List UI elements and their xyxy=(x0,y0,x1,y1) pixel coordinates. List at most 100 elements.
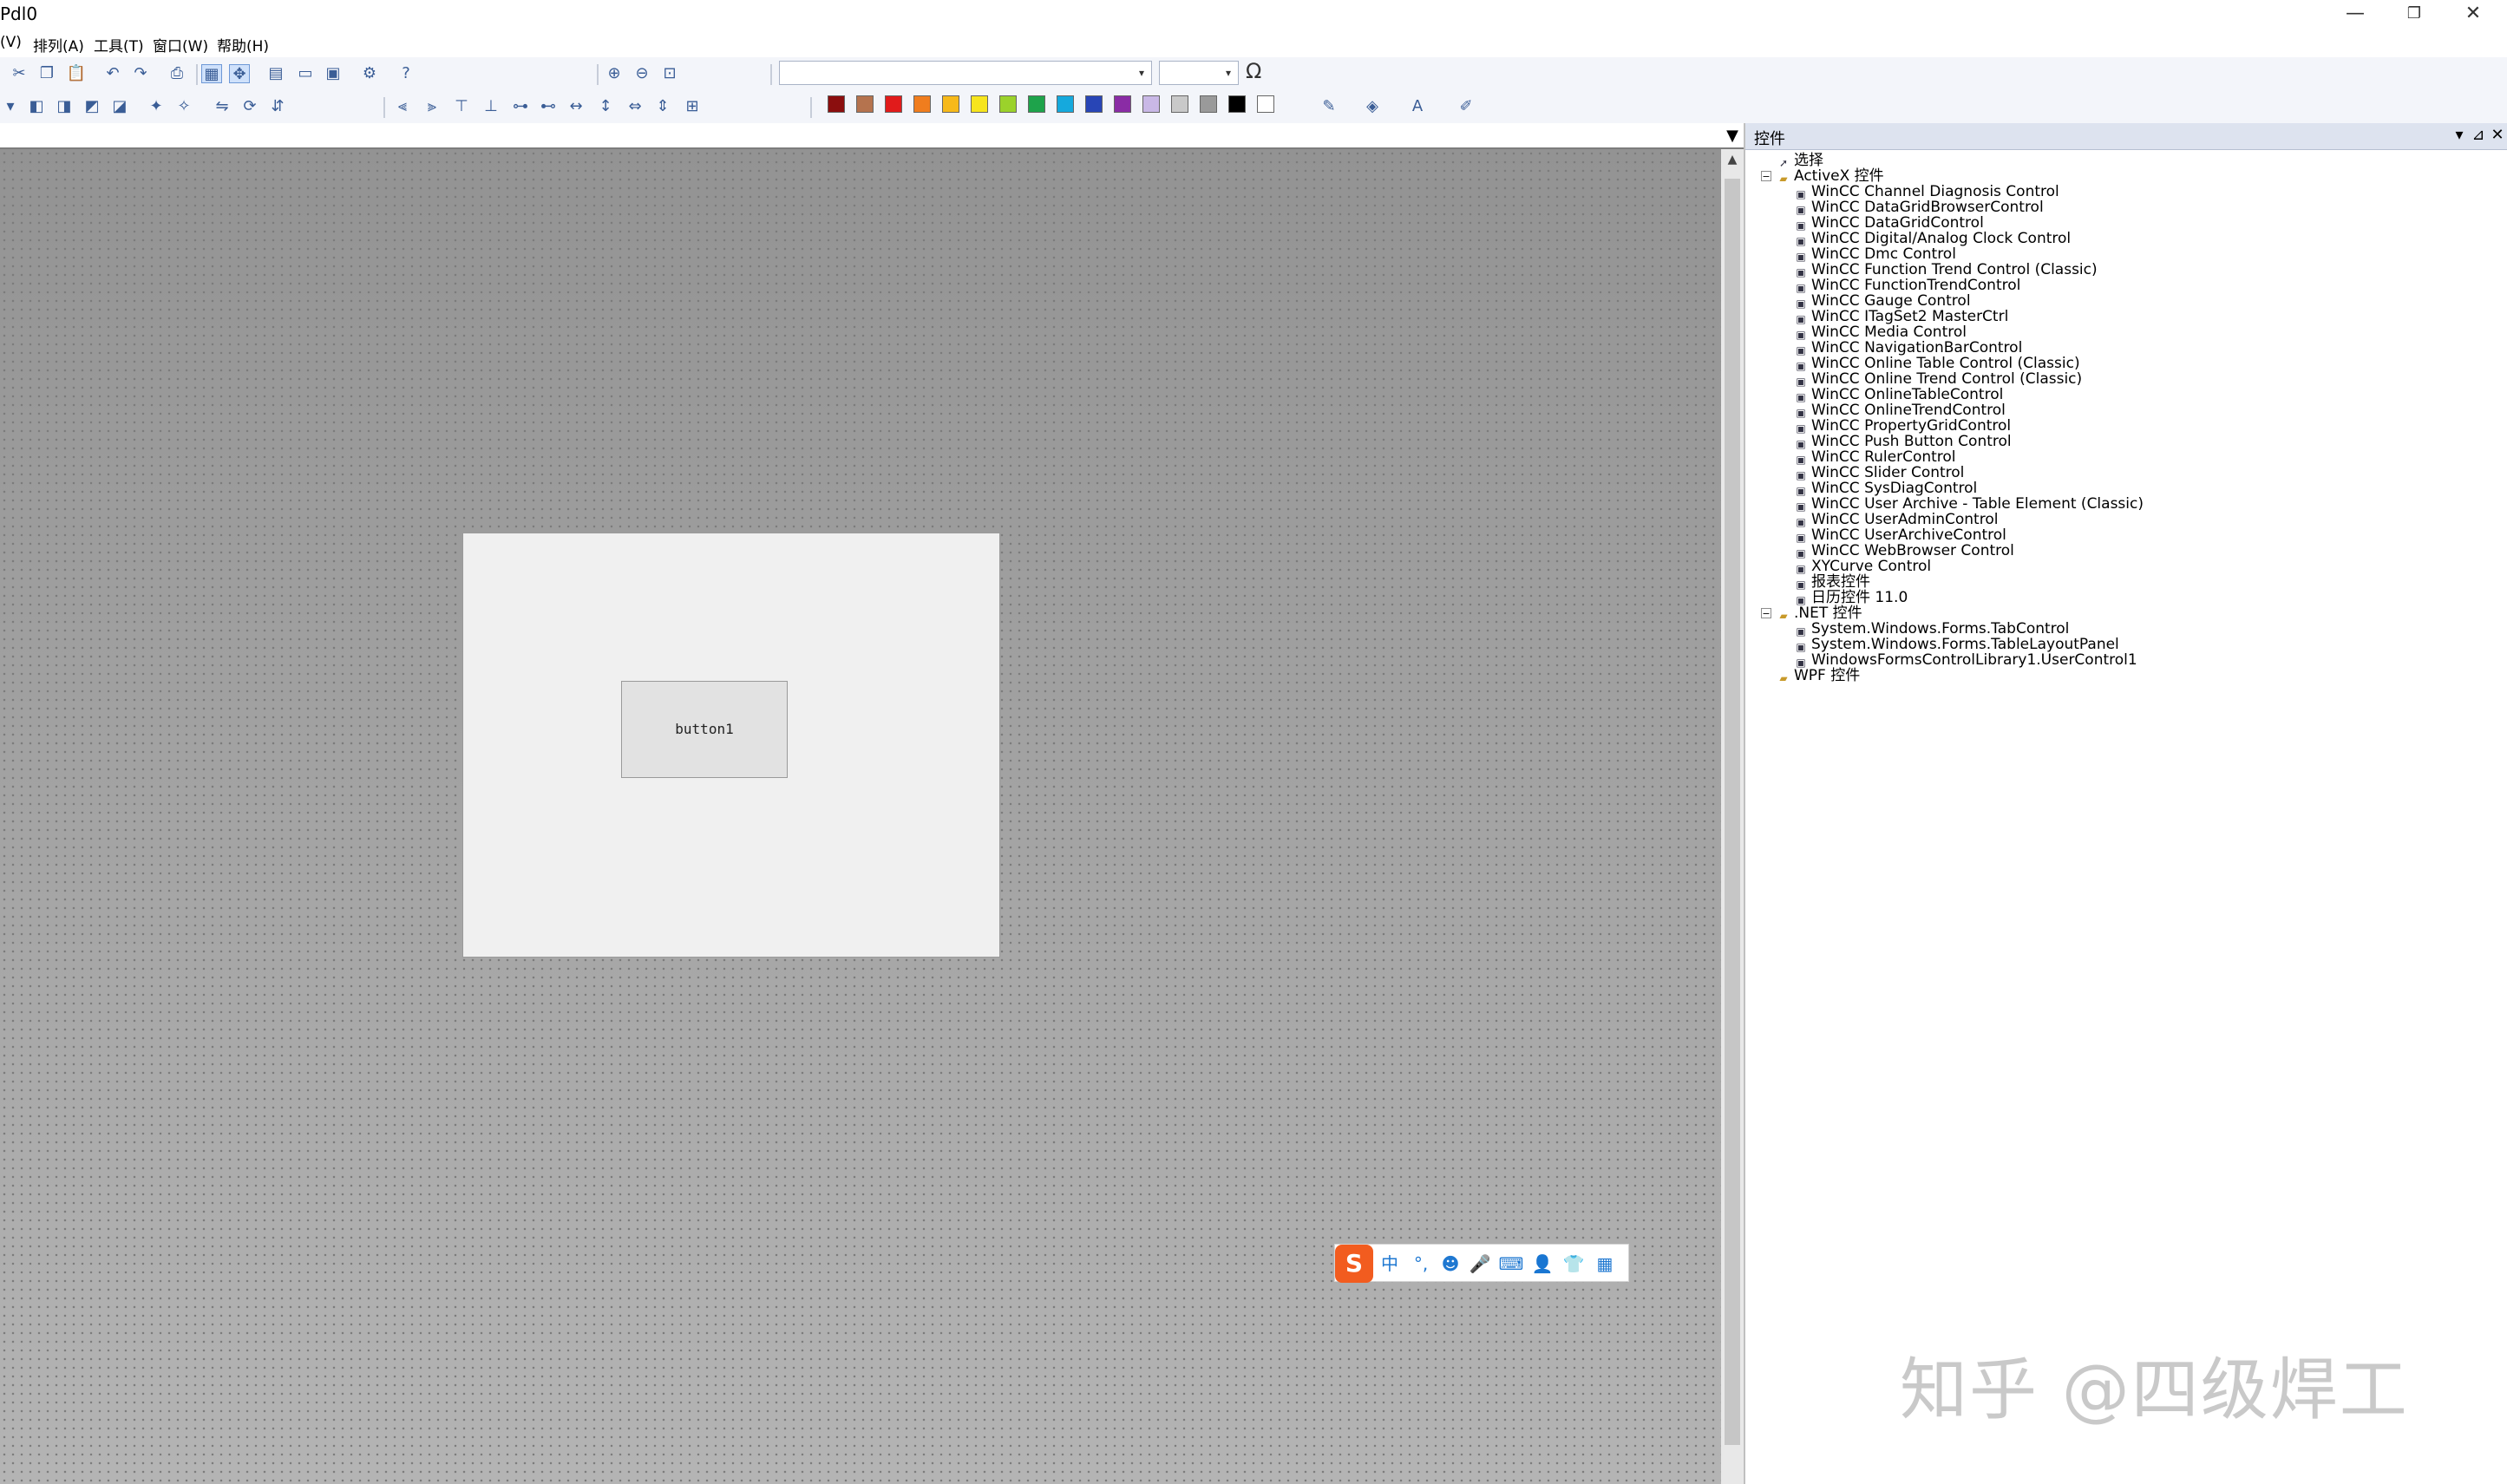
skin-shirt-icon[interactable]: 👕 xyxy=(1561,1252,1587,1276)
tree-item[interactable]: ▣ WinCC UserArchiveControl xyxy=(1794,527,2006,544)
tree-item[interactable]: ▣ 报表控件 xyxy=(1794,574,1870,591)
space-horizontal-icon[interactable]: ↔ xyxy=(566,97,586,116)
scrollbar-thumb[interactable] xyxy=(1725,179,1740,1445)
same-height-icon[interactable]: ⇕ xyxy=(652,97,673,116)
color-swatch[interactable] xyxy=(828,95,845,113)
tree-group[interactable]: ▰ WPF 控件 xyxy=(1777,668,1860,684)
chevron-down-icon[interactable]: ▾ xyxy=(0,97,21,116)
tree-item[interactable]: ▣ WinCC RulerControl xyxy=(1794,449,1955,466)
tree-item[interactable]: ▣ WinCC Dmc Control xyxy=(1794,246,1956,263)
layers-icon[interactable]: ▤ xyxy=(265,64,286,83)
tree-item[interactable]: ▣ 日历控件 11.0 xyxy=(1794,590,1908,606)
keyboard-icon[interactable]: ⌨ xyxy=(1498,1252,1524,1276)
tree-item[interactable]: ▣ WinCC OnlineTableControl xyxy=(1794,387,2003,403)
pin-icon[interactable]: ⊿ xyxy=(2469,126,2488,144)
copy-icon[interactable]: ❐ xyxy=(36,64,57,83)
magic-wand-alt-icon[interactable]: ✧ xyxy=(173,97,194,116)
emoji-icon[interactable]: ☻ xyxy=(1437,1252,1463,1276)
color-swatch[interactable] xyxy=(913,95,931,113)
snap-to-grid-icon[interactable]: ✥ xyxy=(229,64,250,83)
same-size-icon[interactable]: ⊞ xyxy=(682,97,703,116)
menu-arrange[interactable]: 排列(A) xyxy=(33,34,84,56)
flip-vertical-icon[interactable]: ⇵ xyxy=(267,97,288,116)
chevron-down-icon[interactable]: ▼ xyxy=(1726,127,1738,145)
color-swatch[interactable] xyxy=(856,95,874,113)
align-bottom-icon[interactable]: ⊥ xyxy=(481,97,501,116)
space-vertical-icon[interactable]: ↕ xyxy=(595,97,616,116)
same-width-icon[interactable]: ⇔ xyxy=(625,97,645,116)
line-color-icon[interactable]: ✎ xyxy=(1319,97,1339,116)
print-icon[interactable]: ⎙ xyxy=(167,64,187,83)
open-folder-icon[interactable]: ▭ xyxy=(295,64,316,83)
color-swatch[interactable] xyxy=(1085,95,1103,113)
library-icon[interactable]: ▣ xyxy=(323,64,344,83)
center-vertical-icon[interactable]: ⊷ xyxy=(538,97,559,116)
center-horizontal-icon[interactable]: ⊶ xyxy=(510,97,531,116)
tree-item[interactable]: ▣ WinCC ITagSet2 MasterCtrl xyxy=(1794,309,2008,325)
punctuation-icon[interactable]: °, xyxy=(1408,1252,1434,1276)
cut-icon[interactable]: ✂ xyxy=(9,64,29,83)
minimize-button[interactable]: — xyxy=(2325,0,2386,29)
tree-group[interactable]: ▰ ActiveX 控件 xyxy=(1777,168,1883,185)
tree-item[interactable]: ▣ WinCC DataGridBrowserControl xyxy=(1794,199,2043,216)
tree-item-select[interactable]: ➚ 选择 xyxy=(1777,153,1823,169)
context-help-icon[interactable]: ? xyxy=(396,64,416,83)
tree-item[interactable]: ▣ WinCC OnlineTrendControl xyxy=(1794,402,2006,419)
close-button[interactable]: ✕ xyxy=(2443,0,2504,29)
color-swatch[interactable] xyxy=(1228,95,1246,113)
send-backward-icon[interactable]: ◪ xyxy=(109,97,130,116)
tree-item[interactable]: ▣ XYCurve Control xyxy=(1794,559,1931,575)
color-swatch[interactable] xyxy=(1257,95,1274,113)
close-icon[interactable]: ✕ xyxy=(2488,126,2507,144)
tree-item[interactable]: ▣ WindowsFormsControlLibrary1.UserControl… xyxy=(1794,652,2137,669)
align-top-icon[interactable]: ⊤ xyxy=(451,97,472,116)
tree-item[interactable]: ▣ WinCC DataGridControl xyxy=(1794,215,1983,232)
align-right-icon[interactable]: ⫸ xyxy=(422,97,442,116)
tree-item[interactable]: ▣ WinCC FunctionTrendControl xyxy=(1794,278,2020,294)
tree-item[interactable]: ▣ WinCC Slider Control xyxy=(1794,465,1964,481)
font-name-select[interactable]: ▾ xyxy=(779,61,1152,85)
tree-item[interactable]: ▣ WinCC UserAdminControl xyxy=(1794,512,1998,528)
ime-mode-toggle[interactable]: 中 xyxy=(1377,1252,1403,1276)
tree-item[interactable]: ▣ WinCC Media Control xyxy=(1794,324,1967,341)
send-to-back-icon[interactable]: ◨ xyxy=(54,97,75,116)
color-swatch[interactable] xyxy=(1114,95,1131,113)
tree-item[interactable]: ▣ WinCC Gauge Control xyxy=(1794,293,1970,310)
font-color-icon[interactable]: A xyxy=(1407,97,1428,116)
tree-expander[interactable]: − xyxy=(1761,171,1771,181)
color-swatch[interactable] xyxy=(999,95,1017,113)
tree-item[interactable]: ▣ WinCC PropertyGridControl xyxy=(1794,418,2011,435)
color-swatch[interactable] xyxy=(942,95,959,113)
flip-horizontal-icon[interactable]: ⇋ xyxy=(212,97,232,116)
tree-item[interactable]: ▣ WinCC Online Table Control (Classic) xyxy=(1794,356,2079,372)
user-icon[interactable]: 👤 xyxy=(1529,1252,1555,1276)
zoom-in-icon[interactable]: ⊕ xyxy=(604,64,625,83)
color-swatch[interactable] xyxy=(1171,95,1188,113)
color-swatch[interactable] xyxy=(885,95,902,113)
tree-item[interactable]: ▣ WinCC WebBrowser Control xyxy=(1794,543,2014,559)
tree-item[interactable]: ▣ WinCC Digital/Analog Clock Control xyxy=(1794,231,2071,247)
magic-wand-icon[interactable]: ✦ xyxy=(146,97,167,116)
menu-tools[interactable]: 工具(T) xyxy=(94,34,144,56)
restore-button[interactable]: ❐ xyxy=(2384,0,2445,29)
picture-area[interactable]: button1 xyxy=(462,533,1000,958)
tree-item[interactable]: ▣ System.Windows.Forms.TableLayoutPanel xyxy=(1794,637,2118,653)
color-swatch[interactable] xyxy=(971,95,988,113)
tree-item[interactable]: ▣ WinCC Push Button Control xyxy=(1794,434,2011,450)
grid-icon[interactable]: ▦ xyxy=(201,64,222,83)
menu-view[interactable]: (V) xyxy=(0,34,22,51)
bring-forward-icon[interactable]: ◩ xyxy=(82,97,102,116)
color-swatch[interactable] xyxy=(1057,95,1074,113)
tree-group[interactable]: ▰ .NET 控件 xyxy=(1777,605,1862,622)
fill-color-icon[interactable]: ◈ xyxy=(1362,97,1383,116)
runtime-icon[interactable]: ⚙ xyxy=(359,64,380,83)
paste-icon[interactable]: 📋 xyxy=(66,64,87,83)
scroll-up-icon[interactable]: ▲ xyxy=(1721,153,1744,173)
chevron-down-icon[interactable]: ▾ xyxy=(2450,126,2469,144)
tree-item[interactable]: ▣ WinCC SysDiagControl xyxy=(1794,481,1977,497)
redo-icon[interactable]: ↷ xyxy=(130,64,151,83)
tree-item[interactable]: ▣ WinCC NavigationBarControl xyxy=(1794,340,2022,356)
canvas-vertical-scrollbar[interactable]: ▲ xyxy=(1721,149,1744,1484)
tree-expander[interactable]: − xyxy=(1761,608,1771,618)
zoom-out-icon[interactable]: ⊖ xyxy=(632,64,652,83)
